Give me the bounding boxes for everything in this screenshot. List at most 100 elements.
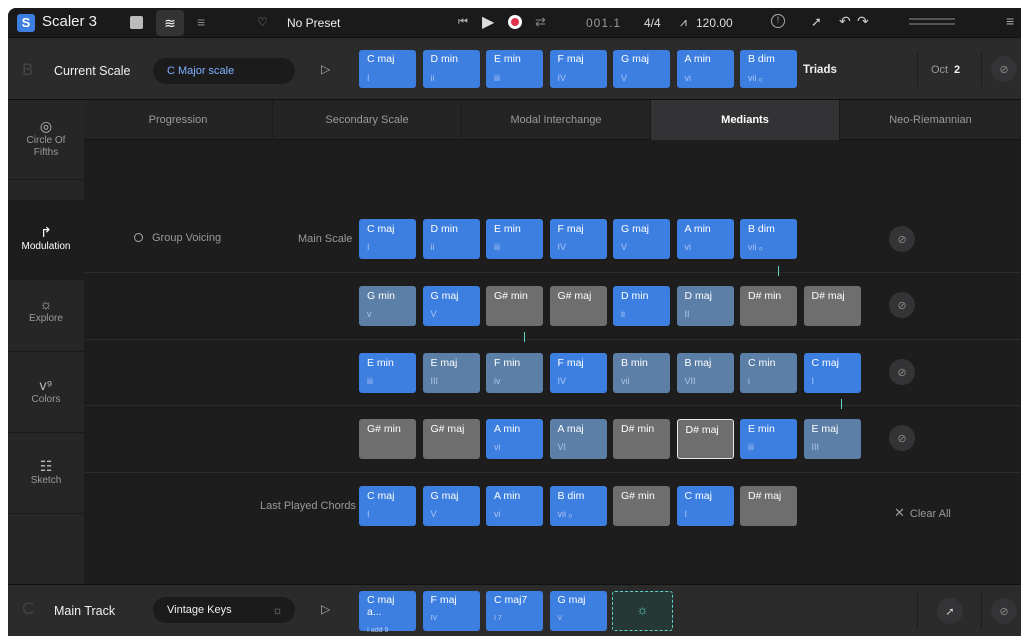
main-scale-chord-pad[interactable]: B dim vii ₒ [740,219,797,259]
sidebar-item-explore[interactable]: ☼ Explore [8,272,84,352]
mediant-chord-pad[interactable]: E maj III [803,419,861,459]
chord-roman: V [621,242,628,252]
menu-list-icon[interactable]: ≡ [197,14,205,30]
tab-mediants[interactable]: Mediants [651,100,840,140]
main-scale-chord-pad[interactable]: E min iii [486,219,543,259]
track-play-icon[interactable]: ▷ [321,602,330,616]
preset-name[interactable]: No Preset [287,16,340,30]
mediant-chord-pad[interactable]: D# maj [676,419,734,459]
last-played-chord-pad[interactable]: G maj V [422,486,480,526]
scale-link-icon[interactable]: ⊘ [991,56,1017,82]
redo-icon[interactable]: ↷ [857,13,869,30]
metronome-icon[interactable]: ⩘ [680,15,687,30]
scale-selector[interactable]: C Major scale [153,58,295,84]
main-scale-chord-pad[interactable]: A min vi [676,219,734,259]
last-played-chord-pad[interactable]: B dim vii ₒ [549,486,607,526]
sidebar-item-modulation[interactable]: ↱ Modulation [8,200,84,280]
main-scale-chord-pad[interactable]: G maj V [613,219,670,259]
main-scale-chord-pad[interactable]: D min ii [422,219,480,259]
mediant-chord-pad[interactable]: E min iii [740,419,797,459]
mediant-chord-pad[interactable]: G# min [359,419,416,459]
main-scale-chord-pad[interactable]: C maj I [359,219,416,259]
last-played-chord-pad[interactable]: D# maj [740,486,797,526]
row-link-icon[interactable]: ⊘ [889,226,915,252]
chord-roman: III [811,442,820,452]
record-icon[interactable] [508,15,522,29]
track-chord-pad[interactable]: C maj a... I add 9 [359,591,416,634]
chord-roman: vi [684,73,692,83]
sidebar-item-colors[interactable]: v⁹ Colors [8,353,84,433]
tempo-display[interactable]: 120.00 [696,16,733,30]
sidebar-item-sketch[interactable]: ☷ Sketch [8,434,84,514]
tab-neo-riemannian[interactable]: Neo-Riemannian [840,100,1021,140]
add-chord-slot[interactable]: ☼ [612,591,673,631]
scale-chord-pad[interactable]: A min vi [676,50,734,88]
instrument-selector[interactable]: Vintage Keys ☼ [153,597,295,623]
mediant-chord-pad[interactable]: B min vii [613,352,670,393]
mediant-chord-pad[interactable]: B maj VII [676,352,734,393]
scale-chord-pad[interactable]: G maj V [613,50,670,88]
mediant-chord-pad[interactable]: C maj I [803,352,861,393]
drag-export-icon[interactable]: ➚ [811,14,822,30]
app-window: S Scaler 3 ≋ ≡ ♡ No Preset ⏮ ▶ ⇄ 001.1 4… [8,8,1021,636]
mediant-chord-pad[interactable]: D maj II [676,286,734,326]
skip-back-icon[interactable]: ⏮ [458,16,468,29]
mediant-chord-pad[interactable]: F maj IV [549,352,607,393]
mediant-chord-pad[interactable]: G# min [486,286,543,326]
mediant-chord-pad[interactable]: F min iv [486,352,543,393]
row-link-icon[interactable]: ⊘ [889,292,915,318]
scale-play-icon[interactable]: ▷ [321,62,330,76]
group-voicing-toggle[interactable] [134,233,143,242]
sidebar-item-circle-of-fifths[interactable]: ◎ Circle Of Fifths [8,100,84,180]
last-played-chord-pad[interactable]: A min vi [486,486,543,526]
instrument-settings-icon[interactable]: ☼ [272,603,283,617]
play-icon[interactable]: ▶ [482,12,494,32]
heart-icon[interactable]: ♡ [257,15,268,29]
chord-roman: vii ₒ [557,509,572,519]
scale-chord-pad[interactable]: E min iii [486,50,543,88]
last-played-chord-pad[interactable]: G# min [613,486,670,526]
track-export-icon[interactable]: ➚ [937,598,963,624]
tab-secondary-scale[interactable]: Secondary Scale [273,100,462,140]
mediant-chord-pad[interactable]: D# maj [803,286,861,326]
loop-icon[interactable]: ⇄ [535,14,546,30]
tab-progression[interactable]: Progression [84,100,273,140]
row-link-icon[interactable]: ⊘ [889,425,915,451]
scale-chord-pad[interactable]: B dim vii ₒ [740,50,797,88]
mediant-chord-pad[interactable]: E maj III [422,352,480,393]
track-link-icon[interactable]: ⊘ [991,598,1017,624]
tab-modal-interchange[interactable]: Modal Interchange [462,100,651,140]
info-icon[interactable]: ! [771,14,785,28]
scale-chord-pad[interactable]: D min ii [422,50,480,88]
mediant-chord-pad[interactable]: D# min [740,286,797,326]
row-link-icon[interactable]: ⊘ [889,359,915,385]
library-icon[interactable] [130,16,143,29]
mediant-chord-pad[interactable]: G min v [359,286,416,326]
track-chord-pad[interactable]: G maj V [549,591,607,631]
undo-icon[interactable]: ↶ [839,13,851,30]
last-played-chord-pad[interactable]: C maj I [359,486,416,526]
last-played-chord-pad[interactable]: C maj I [676,486,734,526]
scale-chord-pad[interactable]: C maj I [359,50,416,88]
mediant-chord-pad[interactable]: E min iii [359,352,416,393]
mediant-chord-pad[interactable]: D min ii [613,286,670,326]
clear-all-button[interactable]: ✕ Clear All [894,505,951,521]
scale-chord-pad[interactable]: F maj IV [549,50,607,88]
mediant-chord-pad[interactable]: G# maj [422,419,480,459]
chord-type-selector[interactable]: Triads [803,64,837,76]
time-signature[interactable]: 4/4 [644,16,661,30]
mediant-chord-pad[interactable]: D# min [613,419,670,459]
mediant-chord-pad[interactable]: G# maj [549,286,607,326]
mediant-chord-pad[interactable]: A min vi [486,419,543,459]
main-menu-icon[interactable]: ≡ [1006,13,1014,29]
layers-icon[interactable]: ≋ [156,10,184,36]
chord-roman: IV [430,615,438,622]
octave-value[interactable]: 2 [954,64,960,76]
voice-lead-marker [778,266,779,276]
mediant-chord-pad[interactable]: A maj VI [549,419,607,459]
mediant-chord-pad[interactable]: G maj V [422,286,480,326]
track-chord-pad[interactable]: F maj IV [422,591,480,631]
mediant-chord-pad[interactable]: C min i [740,352,797,393]
main-scale-chord-pad[interactable]: F maj IV [549,219,607,259]
track-chord-pad[interactable]: C maj7 I 7 [486,591,543,631]
